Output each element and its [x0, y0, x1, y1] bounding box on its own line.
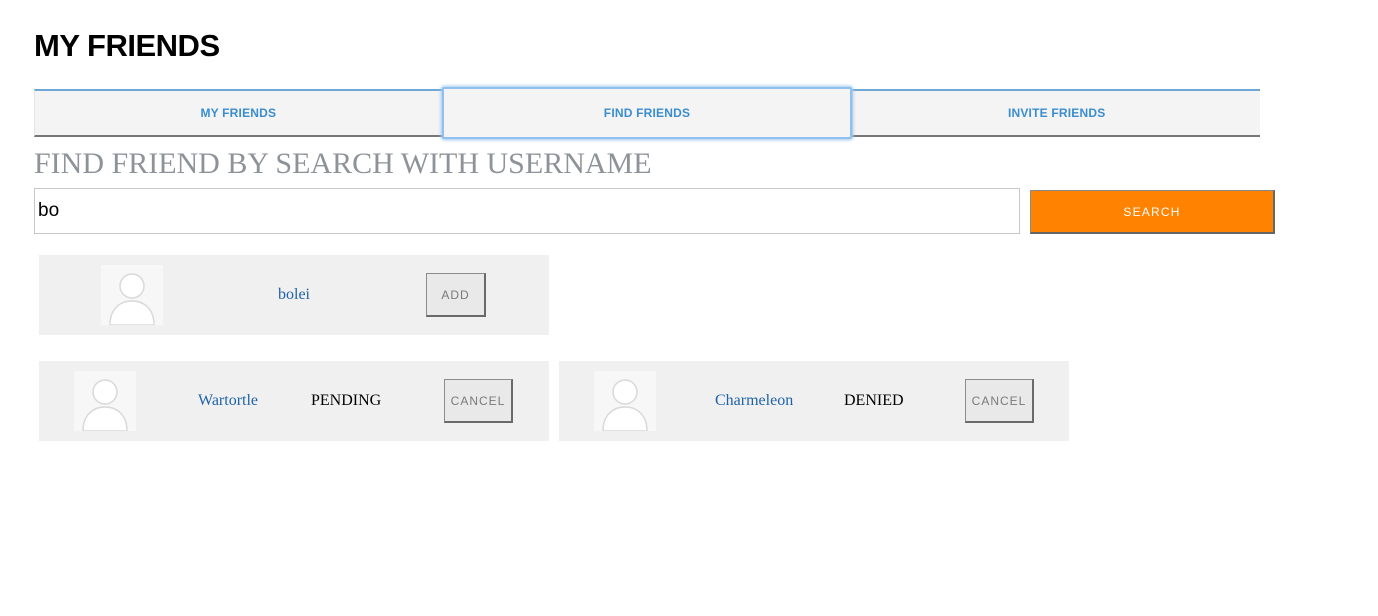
username-search-input[interactable]: [34, 188, 1020, 234]
tab-my-friends[interactable]: MY FRIENDS: [34, 89, 442, 137]
search-result-card: bolei ADD: [39, 255, 549, 335]
user-avatar-icon: [101, 265, 163, 325]
tab-invite-friends[interactable]: INVITE FRIENDS: [852, 89, 1261, 137]
add-friend-button[interactable]: ADD: [426, 273, 486, 317]
cancel-request-button[interactable]: CANCEL: [444, 379, 513, 423]
page-title: MY FRIENDS: [34, 28, 220, 63]
request-username-link[interactable]: Charmeleon: [715, 361, 793, 441]
friend-request-card: Charmeleon DENIED CANCEL: [559, 361, 1069, 441]
search-button[interactable]: SEARCH: [1030, 190, 1275, 234]
result-username-link[interactable]: bolei: [278, 255, 310, 335]
user-avatar-icon: [74, 371, 136, 431]
friends-tab-bar: MY FRIENDS FIND FRIENDS INVITE FRIENDS: [34, 87, 1261, 139]
user-avatar-icon: [594, 371, 656, 431]
tab-find-friends[interactable]: FIND FRIENDS: [441, 87, 853, 139]
request-status-label: DENIED: [844, 392, 904, 409]
request-status-label: PENDING: [311, 392, 382, 409]
friend-request-card: Wartortle PENDING CANCEL: [39, 361, 549, 441]
request-username-link[interactable]: Wartortle: [198, 361, 258, 441]
search-heading: FIND FRIEND BY SEARCH WITH USERNAME: [34, 147, 652, 180]
cancel-request-button[interactable]: CANCEL: [965, 379, 1034, 423]
